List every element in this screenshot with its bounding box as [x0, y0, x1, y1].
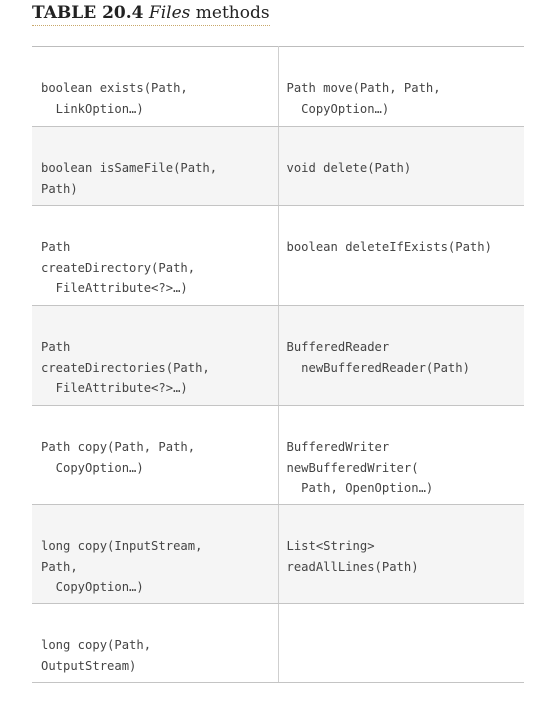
signature-line: OutputStream)	[41, 658, 137, 673]
method-signature: List<String> readAllLines(Path)	[279, 505, 525, 577]
method-cell-left: boolean exists(Path, LinkOption…)	[32, 46, 279, 127]
method-cell-left: long copy(InputStream, Path, CopyOption…)	[32, 504, 279, 604]
signature-line: createDirectories(Path,	[41, 360, 210, 375]
table-caption: TABLE 20.4 Files methods	[32, 3, 270, 26]
method-cell-right: BufferedWriter newBufferedWriter( Path, O…	[278, 405, 525, 505]
method-cell-right: boolean deleteIfExists(Path)	[278, 205, 525, 306]
method-signature: BufferedReader newBufferedReader(Path)	[279, 306, 525, 378]
table-title-class: Files	[148, 3, 191, 23]
signature-line: List<String>	[286, 539, 375, 553]
table-row: boolean isSameFile(Path, Path) void delete…	[32, 126, 525, 206]
method-signature	[279, 604, 525, 635]
signature-line: newBufferedReader(Path)	[286, 360, 470, 375]
files-methods-table: boolean exists(Path, LinkOption…) Path mo…	[32, 46, 524, 683]
signature-line: Path	[41, 340, 71, 354]
signature-line: Path)	[41, 181, 78, 196]
method-cell-right: List<String> readAllLines(Path)	[278, 504, 525, 604]
method-cell-left: Path createDirectories(Path, FileAttribut…	[32, 305, 279, 406]
table-row: long copy(Path, OutputStream)	[32, 603, 525, 683]
method-signature: long copy(InputStream, Path, CopyOption…)	[32, 505, 278, 598]
signature-line: boolean isSameFile(Path,	[41, 161, 218, 175]
signature-line: Path	[41, 240, 71, 254]
method-cell-right: BufferedReader newBufferedReader(Path)	[278, 305, 525, 406]
signature-line: Path,	[41, 559, 78, 574]
table-title-suffix: methods	[195, 3, 270, 23]
signature-line: long copy(InputStream,	[41, 539, 203, 553]
table-number: TABLE 20.4	[32, 3, 144, 23]
method-cell-left: Path createDirectory(Path, FileAttribute<…	[32, 205, 279, 306]
signature-line: Path move(Path, Path,	[286, 81, 441, 95]
table-row: long copy(InputStream, Path, CopyOption…)…	[32, 504, 525, 604]
method-cell-right: void delete(Path)	[278, 126, 525, 206]
method-signature: BufferedWriter newBufferedWriter( Path, O…	[279, 406, 525, 499]
signature-line: CopyOption…)	[41, 460, 144, 475]
method-signature: Path move(Path, Path, CopyOption…)	[279, 47, 525, 119]
method-signature: Path copy(Path, Path, CopyOption…)	[32, 406, 278, 478]
method-signature: Path createDirectories(Path, FileAttribut…	[32, 306, 278, 399]
signature-line: CopyOption…)	[286, 101, 390, 116]
signature-line: FileAttribute<?>…)	[41, 281, 188, 295]
method-signature: boolean isSameFile(Path, Path)	[32, 127, 278, 199]
table-row: boolean exists(Path, LinkOption…) Path mo…	[32, 46, 525, 127]
signature-line: boolean deleteIfExists(Path)	[286, 240, 492, 254]
method-signature: Path createDirectory(Path, FileAttribute<…	[32, 206, 278, 299]
signature-line: Path, OpenOption…)	[286, 481, 434, 495]
signature-line: BufferedWriter	[286, 440, 390, 454]
signature-line: FileAttribute<?>…)	[41, 381, 188, 395]
signature-line: createDirectory(Path,	[41, 260, 196, 275]
method-signature: boolean deleteIfExists(Path)	[279, 206, 525, 258]
signature-line: boolean exists(Path,	[41, 81, 188, 95]
method-cell-left: boolean isSameFile(Path, Path)	[32, 126, 279, 206]
table-row: Path createDirectory(Path, FileAttribute<…	[32, 205, 525, 306]
signature-line: Path copy(Path, Path,	[41, 440, 196, 454]
signature-line: CopyOption…)	[41, 580, 144, 594]
table-body: boolean exists(Path, LinkOption…) Path mo…	[32, 46, 525, 683]
method-signature: long copy(Path, OutputStream)	[32, 604, 278, 676]
signature-line: BufferedReader	[286, 340, 390, 354]
method-cell-left: Path copy(Path, Path, CopyOption…)	[32, 405, 279, 505]
method-cell-left: long copy(Path, OutputStream)	[32, 603, 279, 683]
signature-line: long copy(Path,	[41, 638, 152, 652]
signature-line: readAllLines(Path)	[286, 559, 419, 574]
method-signature: void delete(Path)	[279, 127, 525, 179]
table-row: Path createDirectories(Path, FileAttribut…	[32, 305, 525, 406]
table-row: Path copy(Path, Path, CopyOption…) Buffer…	[32, 405, 525, 505]
method-cell-right	[278, 603, 525, 683]
signature-line: void delete(Path)	[286, 161, 412, 175]
method-cell-right: Path move(Path, Path, CopyOption…)	[278, 46, 525, 127]
signature-line: newBufferedWriter(	[286, 460, 419, 475]
signature-line: LinkOption…)	[41, 101, 144, 116]
method-signature: boolean exists(Path, LinkOption…)	[32, 47, 278, 119]
